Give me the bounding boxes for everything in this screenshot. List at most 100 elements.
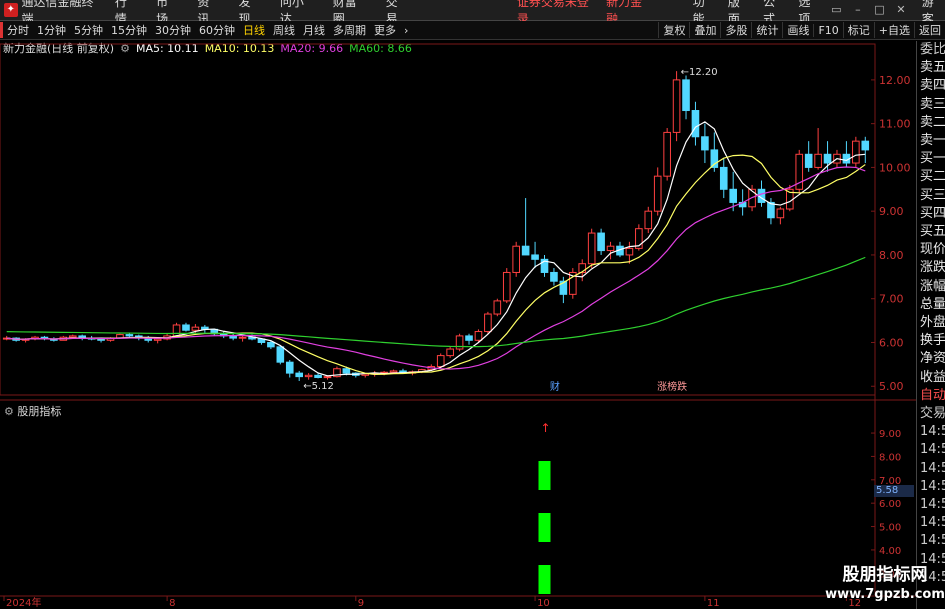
quote-item-1[interactable]: 卖五: [917, 59, 945, 77]
quote-item-27[interactable]: 14:56: [917, 532, 945, 550]
quote-item-22[interactable]: 14:56: [917, 441, 945, 459]
quote-item-26[interactable]: 14:56: [917, 514, 945, 532]
candle-body: [304, 374, 313, 378]
kline-chart[interactable]: 12.00 11.00 10.00 9.00 8.00 7.00 6.00 5.00 ←12.2…: [0, 0, 945, 609]
x-tick-label: 9: [358, 598, 364, 609]
candle: [776, 206, 785, 225]
candle: [295, 370, 303, 381]
candle-body: [776, 208, 785, 219]
watermark: 股朋指标网 www.7gpzb.com: [824, 564, 945, 609]
candle: [540, 254, 549, 277]
candle-body: [729, 188, 737, 203]
quote-item-2[interactable]: 卖四: [917, 77, 945, 95]
candle: [512, 241, 520, 277]
candle: [502, 268, 511, 304]
candle: [719, 158, 728, 199]
sub-panel-name: 股朋指标: [17, 405, 62, 418]
candle: [304, 373, 313, 380]
quote-item-8[interactable]: 买三: [917, 187, 945, 205]
y-tick-label: 11.00: [879, 118, 911, 131]
x-tick-label: 11: [707, 598, 720, 609]
quote-item-24[interactable]: 14:56: [917, 478, 945, 496]
candle-body: [484, 313, 492, 333]
settings-icon[interactable]: ⚙: [4, 405, 14, 418]
quote-item-13[interactable]: 涨幅: [917, 278, 945, 296]
quote-item-17[interactable]: 净资: [917, 350, 945, 368]
candle: [153, 338, 162, 344]
candle: [597, 228, 605, 255]
candle: [682, 75, 690, 120]
sub-y-tick-label: 8.00: [879, 452, 901, 463]
candle-body: [814, 153, 822, 168]
quote-item-11[interactable]: 现价: [917, 241, 945, 259]
candle: [219, 331, 228, 339]
candle: [352, 372, 360, 378]
signal-bar: [538, 513, 551, 542]
candle: [238, 335, 247, 342]
candle-body: [342, 368, 351, 374]
quote-item-5[interactable]: 卖一: [917, 132, 945, 150]
quote-item-7[interactable]: 买二: [917, 168, 945, 186]
x-tick-label: 8: [169, 598, 175, 609]
candle-body: [597, 232, 605, 252]
y-tick-label: 6.00: [879, 336, 904, 349]
candle-body: [663, 131, 671, 177]
sub-indicator-title: ⚙ 股朋指标: [4, 403, 61, 419]
watermark-line1: 股朋指标网: [842, 565, 928, 585]
candle: [852, 136, 860, 168]
candle: [484, 311, 492, 334]
signal-bar: [538, 461, 551, 490]
candle-body: [653, 175, 662, 212]
candle-body: [701, 136, 709, 151]
signal-bar: [538, 565, 551, 594]
x-tick-label: 10: [537, 598, 550, 609]
candle-body: [672, 79, 681, 133]
quote-item-21[interactable]: 14:56: [917, 423, 945, 441]
event-marker-cai: 财: [550, 380, 560, 393]
candle-body: [436, 355, 445, 368]
quote-item-6[interactable]: 买一: [917, 150, 945, 168]
y-tick-label: 10.00: [879, 161, 911, 174]
y-tick-label: 8.00: [879, 249, 904, 262]
candle-body: [823, 153, 832, 164]
candle-body: [465, 335, 473, 341]
candle: [569, 268, 577, 299]
candle-body: [68, 335, 77, 338]
candle: [455, 333, 464, 352]
candle-body: [153, 338, 162, 341]
candle-body: [719, 166, 728, 190]
quote-item-15[interactable]: 外盘: [917, 314, 945, 332]
quote-item-25[interactable]: 14:56: [917, 496, 945, 514]
candle: [465, 333, 473, 345]
max-price-label: ←12.20: [681, 67, 718, 78]
candle-body: [550, 271, 558, 282]
watermark-line2: www.7gpzb.com: [825, 587, 945, 602]
candle: [521, 198, 530, 256]
quote-item-4[interactable]: 卖二: [917, 114, 945, 132]
candle: [229, 333, 237, 341]
quote-item-20[interactable]: 交易: [917, 405, 945, 423]
candle: [78, 334, 86, 341]
quote-item-19[interactable]: 自动: [917, 387, 945, 405]
candle-body: [295, 372, 303, 378]
quote-item-10[interactable]: 买五: [917, 223, 945, 241]
quote-item-12[interactable]: 涨跌: [917, 259, 945, 277]
candle-body: [691, 110, 700, 138]
candle-body: [521, 245, 530, 256]
y-tick-label: 7.00: [879, 293, 904, 306]
quote-item-3[interactable]: 卖三: [917, 96, 945, 114]
y-tick-label: 5.00: [879, 380, 904, 393]
quote-item-0[interactable]: 委比: [917, 41, 945, 59]
quote-item-18[interactable]: 收益: [917, 369, 945, 387]
candle: [804, 141, 813, 172]
quote-item-14[interactable]: 总量: [917, 296, 945, 314]
quote-item-23[interactable]: 14:56: [917, 460, 945, 478]
candle-body: [238, 336, 247, 339]
y-tick-label: 12.00: [879, 74, 911, 87]
quote-item-16[interactable]: 换手: [917, 332, 945, 350]
candle-body: [285, 361, 294, 374]
quote-item-9[interactable]: 买四: [917, 205, 945, 223]
candle-body: [625, 247, 634, 256]
candle-body: [767, 201, 775, 219]
candle: [606, 241, 615, 260]
